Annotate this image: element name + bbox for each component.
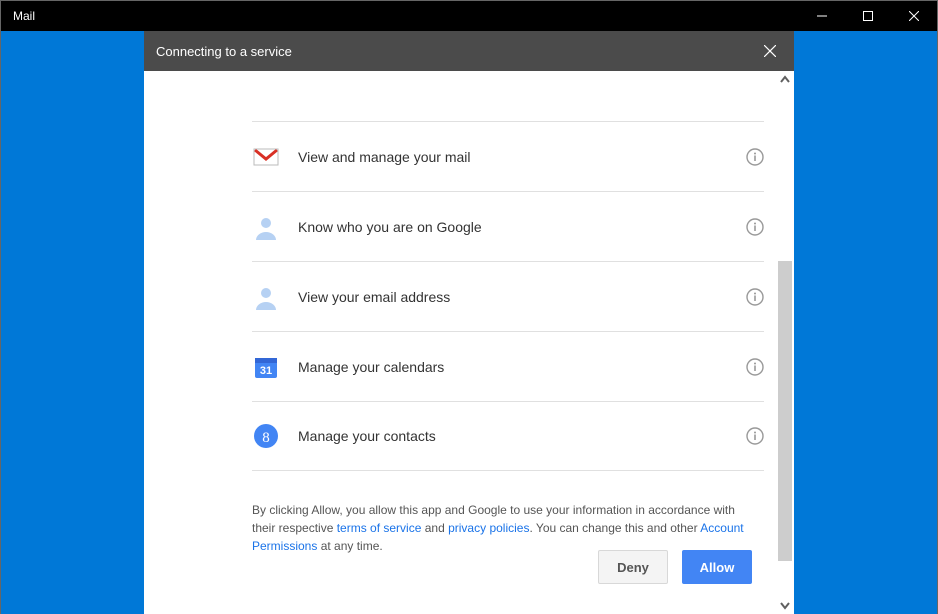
scroll-thumb[interactable] bbox=[778, 261, 792, 561]
close-icon bbox=[764, 45, 776, 57]
oauth-dialog: Connecting to a service View and manage … bbox=[144, 31, 794, 614]
permission-label: Manage your calendars bbox=[298, 359, 728, 375]
info-icon[interactable] bbox=[746, 358, 764, 376]
scroll-up-arrow[interactable] bbox=[776, 71, 794, 89]
window-controls bbox=[799, 1, 937, 31]
close-icon bbox=[909, 11, 919, 21]
close-window-button[interactable] bbox=[891, 1, 937, 31]
app-body: Connecting to a service View and manage … bbox=[1, 31, 937, 614]
dialog-actions: Deny Allow bbox=[598, 550, 752, 584]
chevron-up-icon bbox=[779, 74, 791, 86]
maximize-icon bbox=[863, 11, 873, 21]
allow-button[interactable]: Allow bbox=[682, 550, 752, 584]
dialog-close-button[interactable] bbox=[758, 39, 782, 63]
privacy-policies-link[interactable]: privacy policies bbox=[448, 521, 529, 535]
permission-item: View and manage your mail bbox=[252, 121, 764, 191]
person-icon bbox=[252, 213, 280, 241]
info-icon[interactable] bbox=[746, 427, 764, 445]
permission-label: View and manage your mail bbox=[298, 149, 728, 165]
permission-label: View your email address bbox=[298, 289, 728, 305]
info-icon[interactable] bbox=[746, 148, 764, 166]
chevron-down-icon bbox=[779, 599, 791, 611]
scroll-track[interactable] bbox=[776, 89, 794, 596]
scrollbar[interactable] bbox=[776, 71, 794, 614]
svg-text:31: 31 bbox=[260, 365, 272, 377]
permission-item: Know who you are on Google bbox=[252, 191, 764, 261]
consent-text: By clicking Allow, you allow this app an… bbox=[147, 501, 764, 555]
app-title: Mail bbox=[1, 9, 799, 23]
permission-item: 8 Manage your contacts bbox=[252, 401, 764, 471]
consent-post2: at any time. bbox=[317, 539, 382, 553]
dialog-title: Connecting to a service bbox=[156, 44, 758, 59]
permission-item: 31 Manage your calendars bbox=[252, 331, 764, 401]
person-icon bbox=[252, 283, 280, 311]
consent-post1: . You can change this and other bbox=[529, 521, 700, 535]
terms-of-service-link[interactable]: terms of service bbox=[337, 521, 422, 535]
calendar-icon: 31 bbox=[252, 353, 280, 381]
contacts-icon: 8 bbox=[252, 422, 280, 450]
maximize-button[interactable] bbox=[845, 1, 891, 31]
permission-label: Manage your contacts bbox=[298, 428, 728, 444]
minimize-button[interactable] bbox=[799, 1, 845, 31]
gmail-icon bbox=[252, 143, 280, 171]
info-icon[interactable] bbox=[746, 288, 764, 306]
permission-item: View your email address bbox=[252, 261, 764, 331]
minimize-icon bbox=[817, 11, 827, 21]
permission-list: View and manage your mail Know who you a… bbox=[252, 121, 764, 471]
deny-button[interactable]: Deny bbox=[598, 550, 668, 584]
info-icon[interactable] bbox=[746, 218, 764, 236]
dialog-header: Connecting to a service bbox=[144, 31, 794, 71]
dialog-body: View and manage your mail Know who you a… bbox=[144, 71, 794, 614]
titlebar: Mail bbox=[1, 1, 937, 31]
scroll-down-arrow[interactable] bbox=[776, 596, 794, 614]
permission-label: Know who you are on Google bbox=[298, 219, 728, 235]
svg-text:8: 8 bbox=[262, 430, 270, 446]
consent-and: and bbox=[421, 521, 448, 535]
